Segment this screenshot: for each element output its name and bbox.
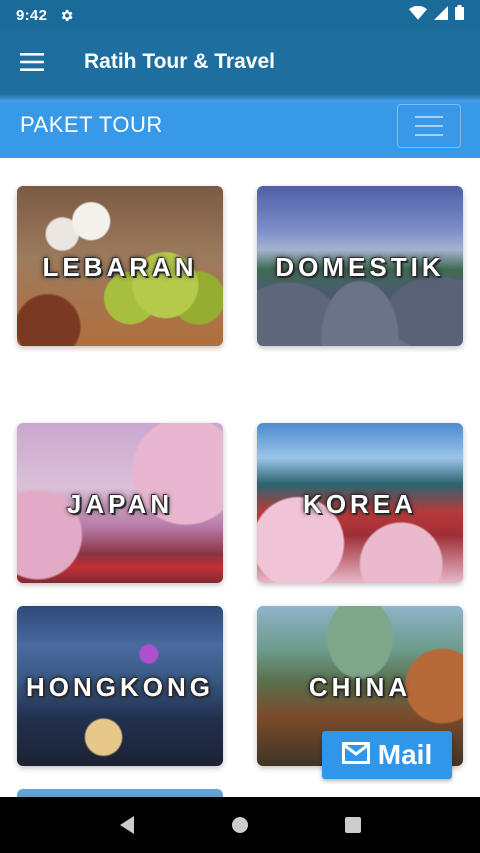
app-title: Ratih Tour & Travel [84,50,275,73]
tour-card-japan[interactable]: JAPAN [17,423,223,583]
tour-card-domestik[interactable]: DOMESTIK [257,186,463,346]
tour-card-label: DOMESTIK [275,252,445,282]
back-icon[interactable] [107,805,147,845]
tour-card-korea[interactable]: KOREA [257,423,463,583]
battery-icon [455,5,464,25]
hamburger-toggler-icon[interactable] [397,104,461,148]
tour-card-label: HONGKONG [26,672,214,702]
home-icon[interactable] [220,805,260,845]
mail-icon [341,741,370,769]
section-title: PAKET TOUR [20,112,163,137]
tour-card-lebaran[interactable]: LEBARAN [17,186,223,346]
screen: 9:42 Ratih Tour & Travel PAKET TOUR LEBA… [0,0,480,853]
tour-card-hongkong[interactable]: HONGKONG [17,606,223,766]
tour-card-label: JAPAN [66,489,174,519]
tour-card-label: CHINA [308,672,412,702]
wifi-icon [409,5,427,25]
gear-icon [59,8,74,23]
status-time: 9:42 [16,6,48,24]
status-icons [409,5,464,25]
hamburger-menu-icon[interactable] [0,30,64,94]
header-stripe [0,94,480,102]
app-bar: Ratih Tour & Travel [0,30,480,94]
mail-button-label: Mail [377,739,433,770]
tour-card-label: KOREA [303,489,417,519]
status-bar: 9:42 [0,0,480,30]
tour-card-label: LEBARAN [42,252,198,282]
recents-icon[interactable] [333,805,373,845]
signal-icon [434,5,448,25]
navigation-bar [0,797,480,853]
mail-button[interactable]: Mail [322,731,452,779]
